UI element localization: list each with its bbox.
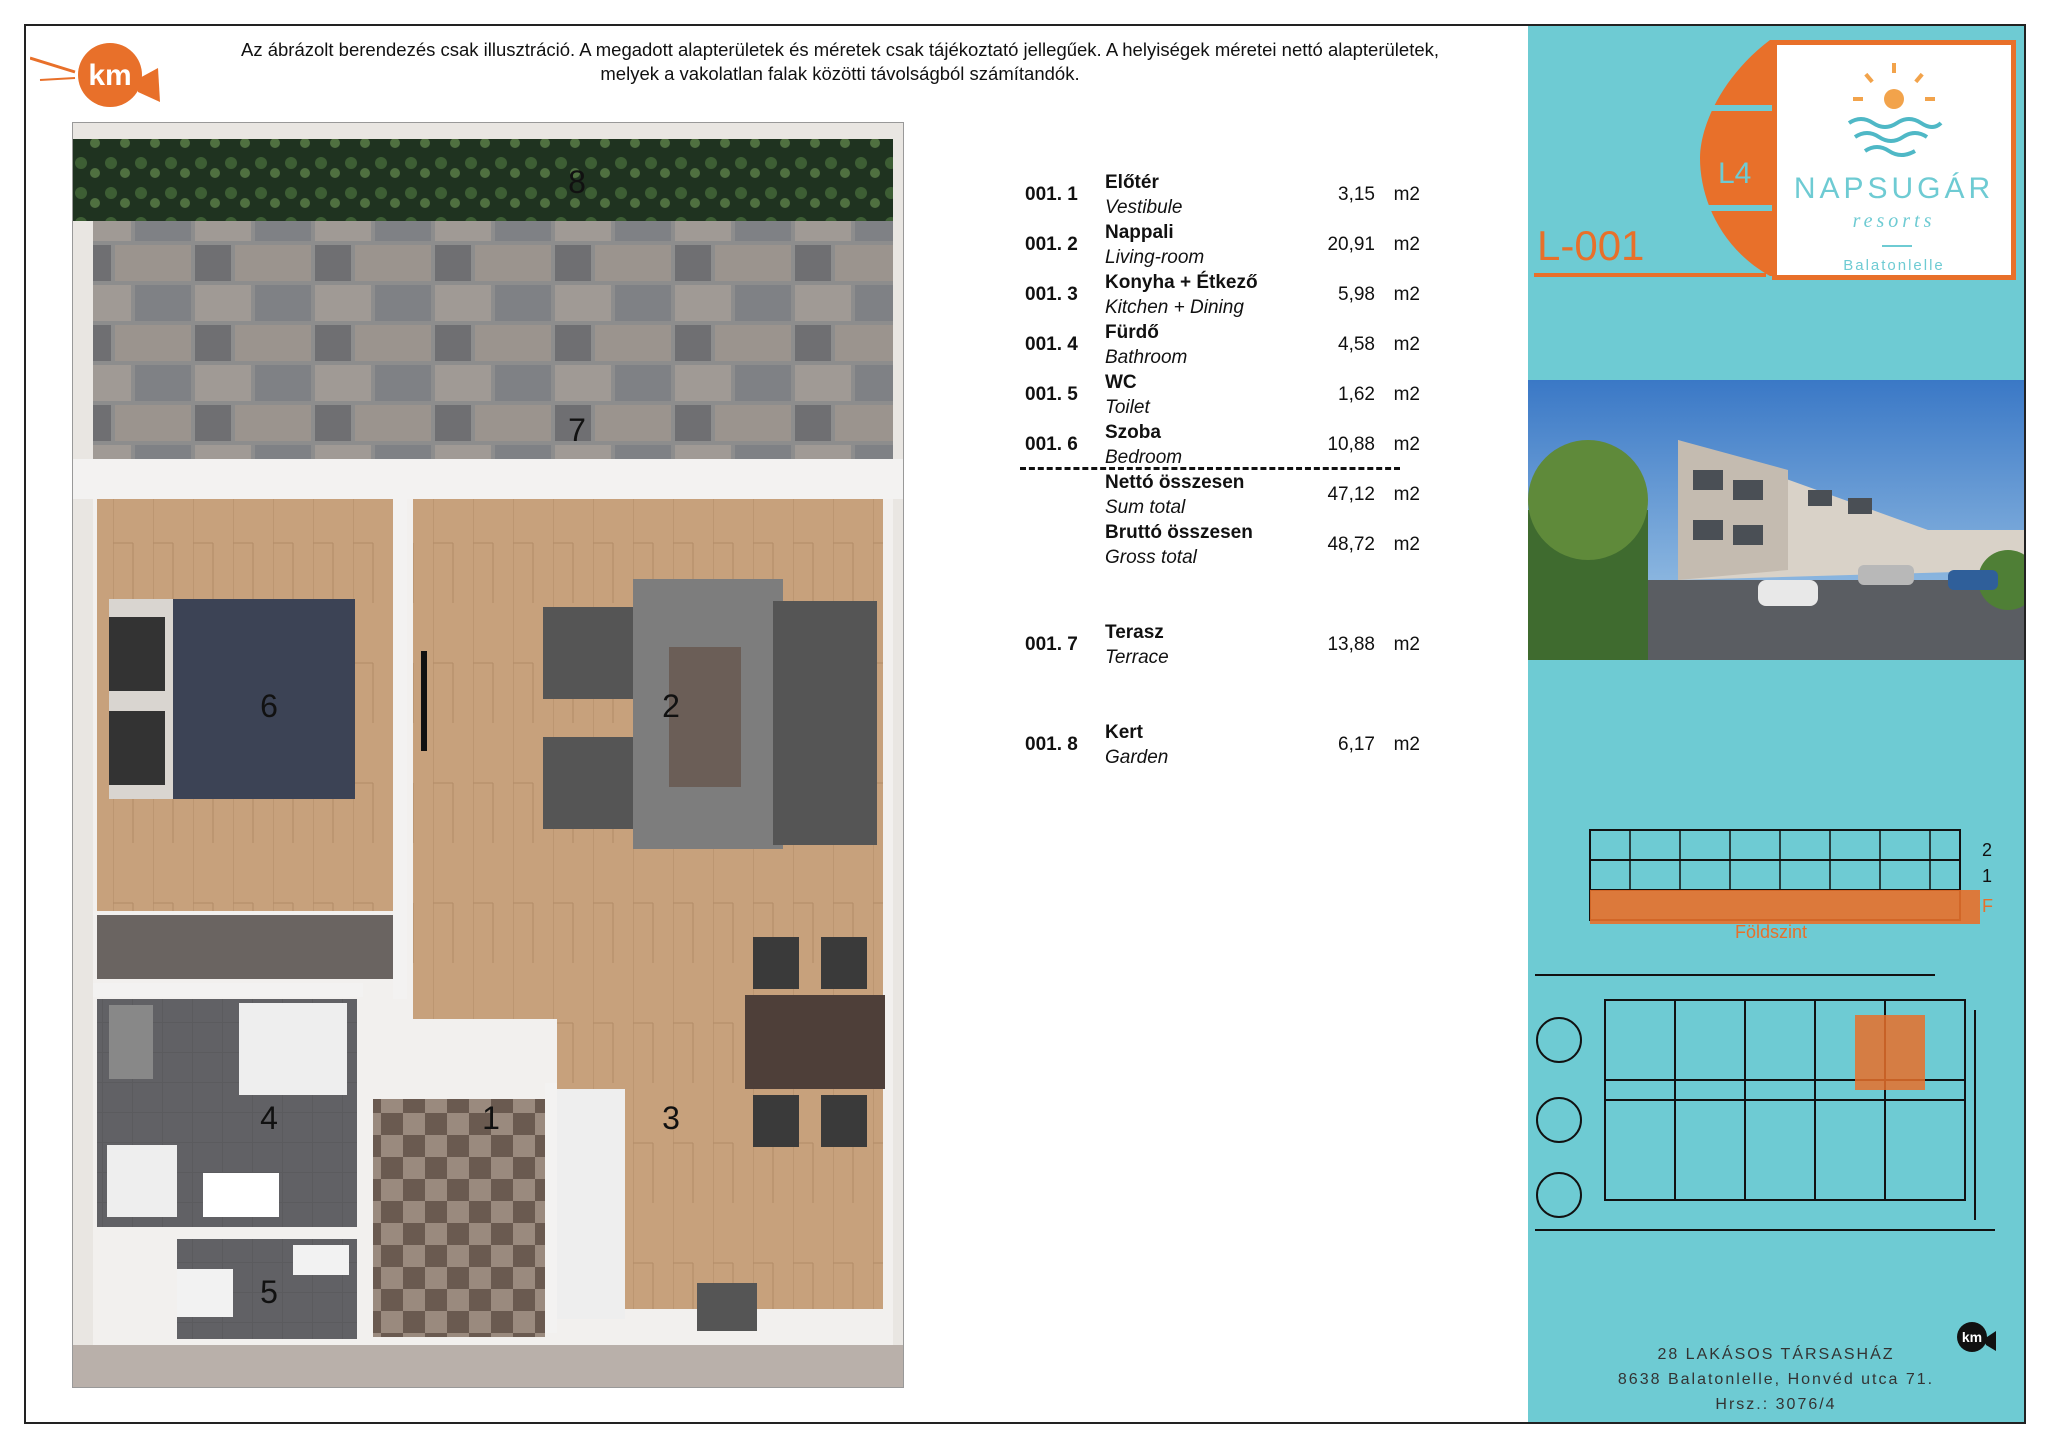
room-code: 001. 2 — [1025, 234, 1078, 255]
plan-label-wc: 5 — [260, 1274, 278, 1310]
brand-name: NAPSUGÁR — [1793, 172, 1995, 205]
room-area: 6,17 — [1338, 734, 1375, 755]
building-label: L4 — [1718, 157, 1752, 190]
room-name-hu: Konyha + Étkező — [1105, 272, 1258, 293]
room-area: 3,15 — [1338, 184, 1375, 205]
room-name-en: Bedroom — [1105, 447, 1183, 468]
km-logo-icon: km — [30, 43, 160, 107]
room-unit: m2 — [1393, 234, 1420, 255]
total-name-hu: Bruttó összesen — [1105, 522, 1253, 543]
level-1-label: 1 — [1982, 866, 1992, 886]
room-name-en: Garden — [1105, 747, 1169, 768]
plan-label-bathroom: 4 — [260, 1100, 278, 1136]
brand-sub: resorts — [1852, 210, 1936, 232]
room-area: 5,98 — [1338, 284, 1375, 305]
total-unit: m2 — [1393, 534, 1420, 555]
room-code: 001. 5 — [1025, 384, 1078, 405]
address-block: 28 LAKÁSOS TÁRSASHÁZ 8638 Balatonlelle, … — [1528, 1342, 2024, 1417]
room-row: 001. 2 Nappali Living-room 20,91 m2 — [1025, 222, 1425, 272]
room-code: 001. 7 — [1025, 634, 1078, 655]
brand-logo: NAPSUGÁR resorts Balatonlelle — [1772, 40, 2016, 280]
disclaimer: Az ábrázolt berendezés csak illusztráció… — [180, 38, 1500, 86]
room-unit: m2 — [1393, 184, 1420, 205]
plan-label-living: 2 — [662, 688, 680, 724]
room-name-en: Living-room — [1105, 247, 1205, 268]
level-2-label: 2 — [1982, 840, 1992, 860]
disclaimer-line-2: melyek a vakolatlan falak közötti távols… — [600, 63, 1080, 84]
total-name-hu: Nettó összesen — [1105, 472, 1245, 493]
room-unit: m2 — [1393, 284, 1420, 305]
extra-row-terrace: 001. 7 Terasz Terrace 13,88 m2 — [1025, 622, 1425, 672]
room-name-en: Kitchen + Dining — [1105, 297, 1244, 318]
room-unit: m2 — [1393, 384, 1420, 405]
plan-label-vestibule: 1 — [482, 1100, 500, 1136]
room-name-hu: Szoba — [1105, 422, 1161, 443]
room-name-hu: Nappali — [1105, 222, 1174, 243]
room-row: 001. 6 Szoba Bedroom 10,88 m2 — [1025, 422, 1425, 472]
building-render-image — [1528, 380, 2024, 660]
room-code: 001. 6 — [1025, 434, 1078, 455]
total-unit: m2 — [1393, 484, 1420, 505]
room-unit: m2 — [1393, 634, 1420, 655]
brand-divider — [1882, 245, 1912, 247]
sun-waves-icon — [1847, 63, 1943, 157]
plan-label-bedroom: 6 — [260, 688, 278, 724]
plan-label-terrace: 7 — [568, 412, 586, 448]
total-row-gross: Bruttó összesen Gross total 48,72 m2 — [1025, 522, 1425, 572]
address-line-1: 28 LAKÁSOS TÁRSASHÁZ — [1657, 1346, 1895, 1363]
room-code: 001. 4 — [1025, 334, 1078, 355]
room-name-en: Vestibule — [1105, 197, 1183, 218]
room-row: 001. 3 Konyha + Étkező Kitchen + Dining … — [1025, 272, 1425, 322]
extra-row-garden: 001. 8 Kert Garden 6,17 m2 — [1025, 722, 1425, 772]
room-unit: m2 — [1393, 734, 1420, 755]
room-name-hu: Előtér — [1105, 172, 1159, 193]
room-name-hu: WC — [1105, 372, 1137, 393]
room-code: 001. 1 — [1025, 184, 1078, 205]
logo-text: km — [88, 59, 131, 92]
plan-label-garden: 8 — [568, 164, 586, 200]
room-name-hu: Fürdő — [1105, 322, 1159, 343]
address-line-3: Hrsz.: 3076/4 — [1715, 1396, 1837, 1413]
room-area: 13,88 — [1327, 634, 1375, 655]
total-area: 47,12 — [1327, 484, 1375, 505]
ground-floor-label: Földszint — [1735, 922, 1808, 942]
unit-underline — [1534, 273, 1766, 277]
room-area: 4,58 — [1338, 334, 1375, 355]
room-row: 001. 5 WC Toilet 1,62 m2 — [1025, 372, 1425, 422]
room-name-en: Terrace — [1105, 647, 1169, 668]
unit-id: L-001 — [1537, 222, 1645, 269]
room-row: 001. 1 Előtér Vestibule 3,15 m2 — [1025, 172, 1425, 222]
total-area: 48,72 — [1327, 534, 1375, 555]
plan-label-kitchen: 3 — [662, 1100, 680, 1136]
room-name-hu: Kert — [1105, 722, 1144, 743]
level-ground-label: F — [1982, 896, 1993, 916]
address-line-2: 8638 Balatonlelle, Honvéd utca 71. — [1617, 1371, 1935, 1388]
total-row-net: Nettó összesen Sum total 47,12 m2 — [1025, 472, 1425, 522]
disclaimer-line-1: Az ábrázolt berendezés csak illusztráció… — [240, 39, 1440, 60]
brand-place: Balatonlelle — [1843, 257, 1945, 274]
room-unit: m2 — [1393, 434, 1420, 455]
room-row: 001. 4 Fürdő Bathroom 4,58 m2 — [1025, 322, 1425, 372]
site-plan-diagram — [1535, 974, 1995, 1231]
floor-plan: 8 7 6 2 4 1 3 5 — [72, 122, 904, 1388]
room-area: 10,88 — [1327, 434, 1375, 455]
totals-divider — [1020, 467, 1400, 470]
room-area: 1,62 — [1338, 384, 1375, 405]
room-code: 001. 3 — [1025, 284, 1078, 305]
room-name-en: Toilet — [1105, 397, 1150, 418]
room-area: 20,91 — [1327, 234, 1375, 255]
room-code: 001. 8 — [1025, 734, 1078, 755]
room-name-en: Bathroom — [1105, 347, 1188, 368]
room-unit: m2 — [1393, 334, 1420, 355]
total-name-en: Gross total — [1105, 547, 1197, 568]
total-name-en: Sum total — [1105, 497, 1186, 518]
room-name-hu: Terasz — [1105, 622, 1164, 643]
